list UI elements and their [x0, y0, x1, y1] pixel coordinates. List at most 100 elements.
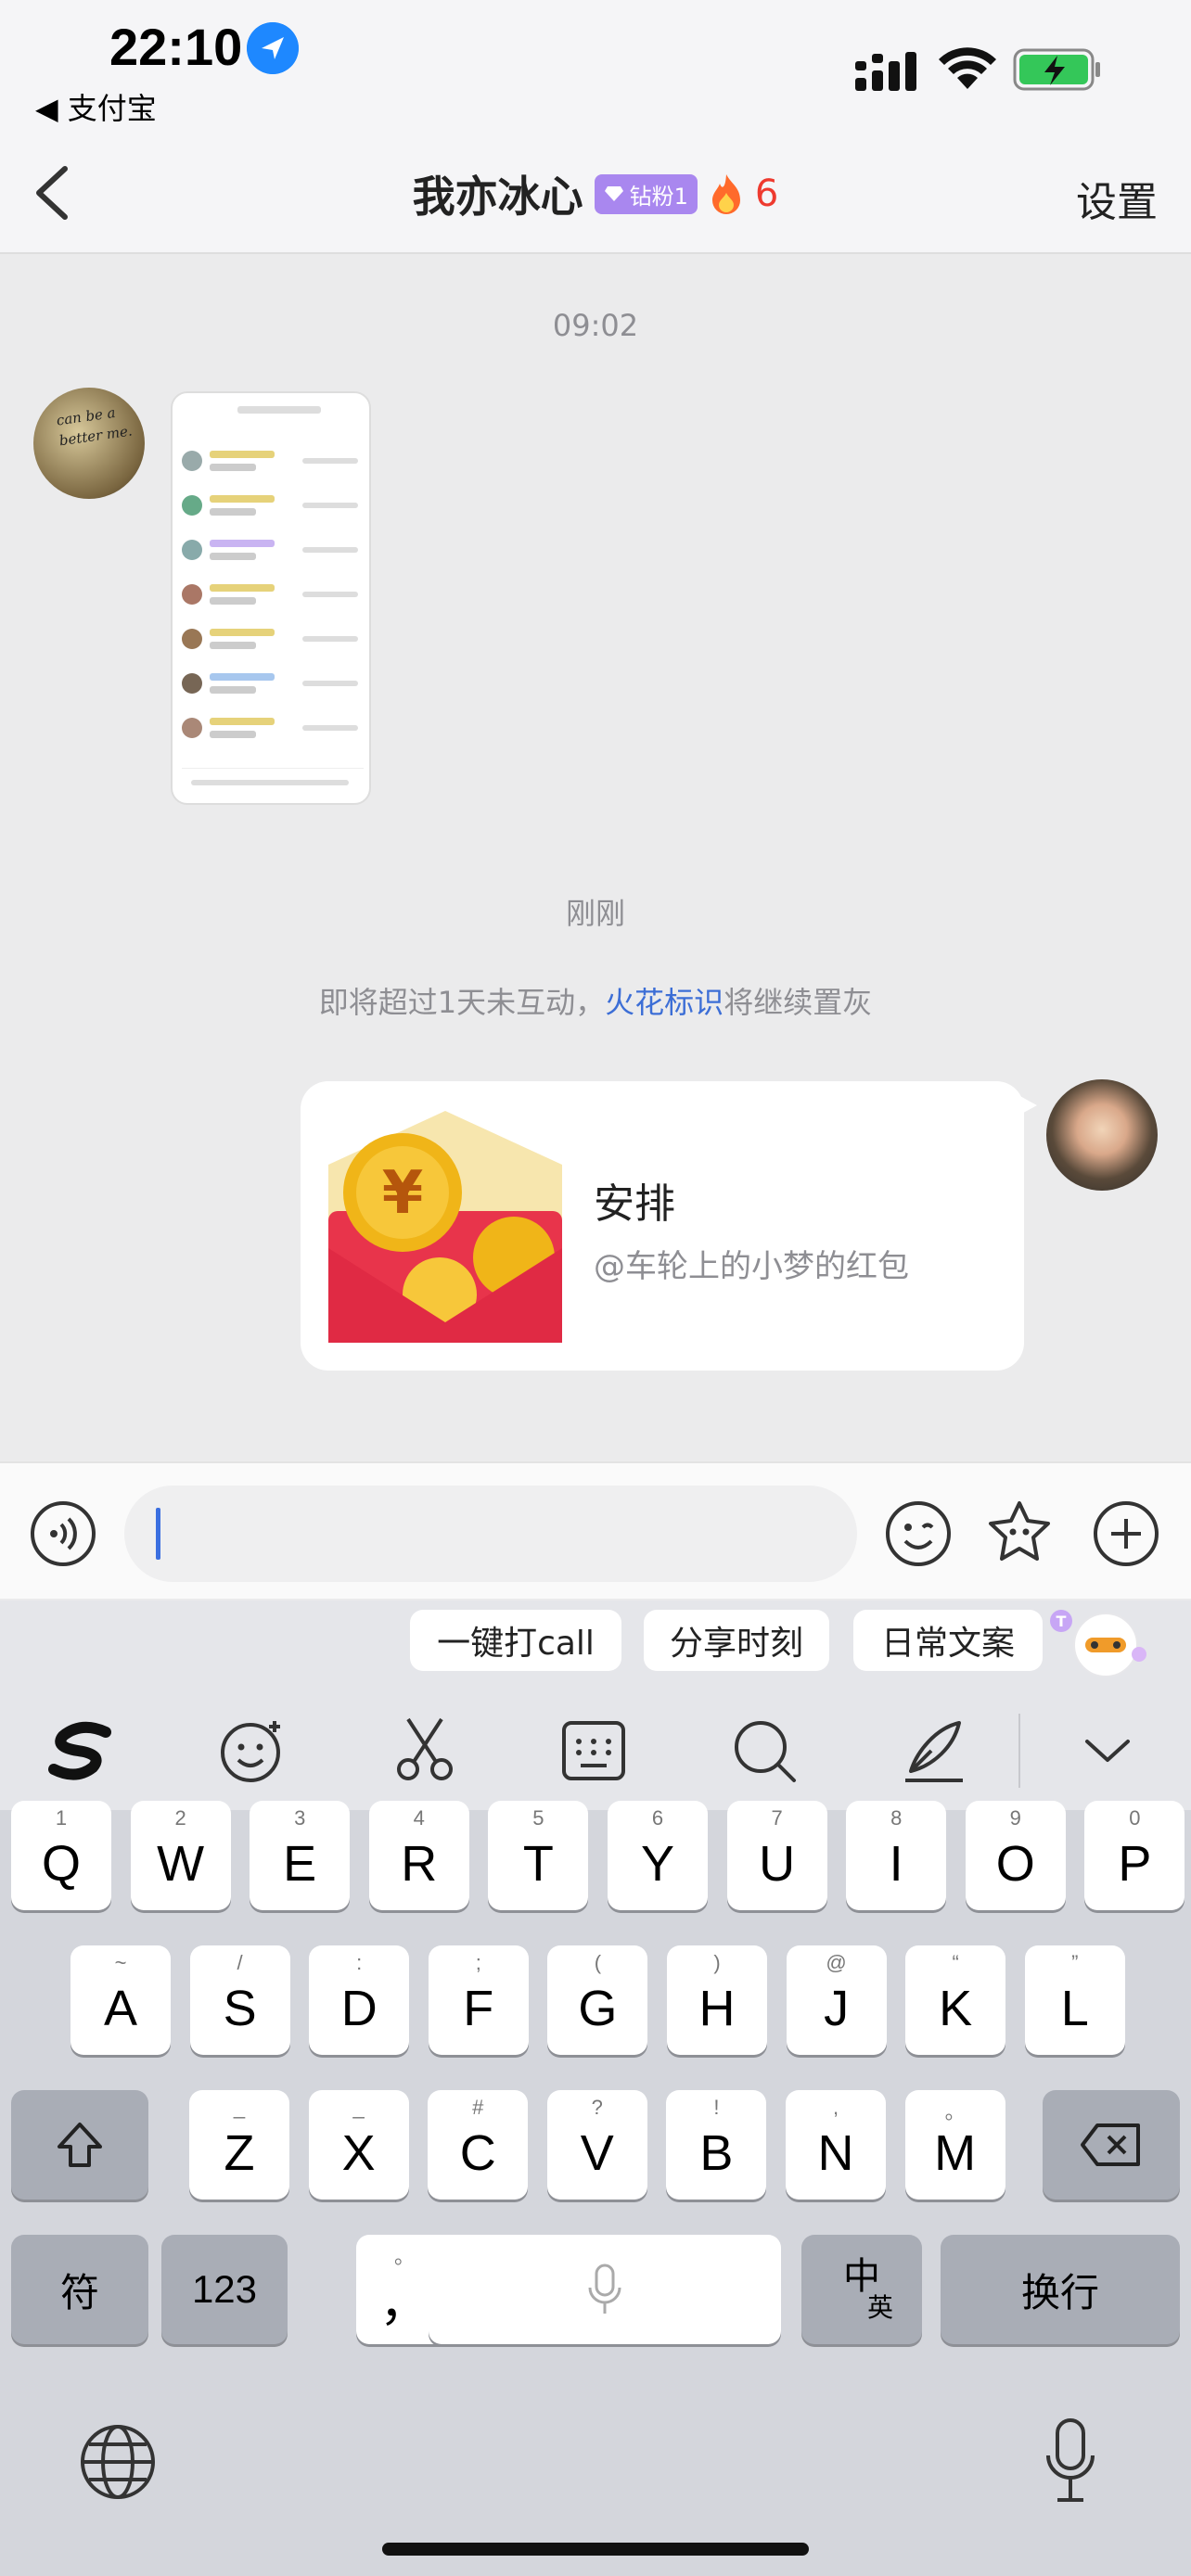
key-letter[interactable]: # C — [428, 2090, 529, 2200]
svg-text:T: T — [1057, 1613, 1067, 1630]
spark-badge-link[interactable]: 火花标识 — [605, 985, 724, 1020]
sticker-icon[interactable] — [985, 1498, 1054, 1567]
lang-key-sub: 英 — [866, 2292, 893, 2323]
search-icon[interactable] — [729, 1715, 800, 1786]
symbols-key-label: 符 — [59, 2269, 99, 2315]
key-label: K — [939, 1981, 973, 2036]
symbols-key[interactable]: 符 — [11, 2235, 148, 2344]
key-hint: , — [832, 2096, 839, 2119]
fan-level-badge[interactable]: 钻粉1 — [594, 173, 698, 214]
key-letter[interactable]: 3E — [250, 1801, 351, 1910]
key-letter[interactable]: _ X — [308, 2090, 409, 2200]
emoji-icon[interactable] — [885, 1500, 952, 1567]
return-key[interactable]: 换行 — [941, 2235, 1180, 2344]
key-hint: 8 — [890, 1806, 903, 1830]
key-hint: ! — [713, 2096, 720, 2119]
numbers-key[interactable]: 123 — [161, 2235, 288, 2344]
suggestion-chip[interactable]: 一键打call — [410, 1610, 621, 1671]
key-letter[interactable]: ,N — [786, 2090, 886, 2200]
key-letter[interactable]: 2W — [130, 1801, 231, 1910]
key-hint: _ — [352, 2096, 365, 2119]
key-letter[interactable]: (G — [547, 1945, 648, 2055]
image-message[interactable] — [171, 391, 371, 805]
key-letter[interactable]: “K — [905, 1945, 1006, 2055]
key-letter[interactable]: 4R — [368, 1801, 469, 1910]
key-label: V — [580, 2125, 614, 2181]
key-label: D — [340, 1981, 378, 2036]
key-hint: ” — [1071, 1951, 1079, 1974]
nav-bar: 我亦冰心 钻粉1 6 设置 — [0, 130, 1191, 254]
handwriting-icon[interactable] — [898, 1715, 968, 1786]
key-label: I — [889, 1836, 903, 1892]
status-time: 22:10 — [109, 18, 243, 76]
key-letter[interactable]: 6Y — [608, 1801, 708, 1910]
numbers-key-label: 123 — [191, 2267, 258, 2311]
key-letter[interactable]: 0P — [1084, 1801, 1185, 1910]
key-label: G — [578, 1981, 618, 2036]
key-letter[interactable]: 7U — [726, 1801, 827, 1910]
globe-icon[interactable] — [78, 2422, 158, 2502]
key-label: R — [401, 1836, 438, 1892]
input-bar — [0, 1461, 1191, 1599]
suggestion-chip[interactable]: 分享时刻 — [644, 1610, 829, 1671]
key-hint: 6 — [651, 1806, 664, 1830]
key-letter[interactable]: / S — [189, 1945, 290, 2055]
key-label: N — [817, 2125, 854, 2181]
add-more-icon[interactable] — [1093, 1500, 1159, 1567]
key-label: C — [459, 2125, 496, 2181]
key-letter[interactable]: _ Z — [189, 2090, 289, 2200]
key-hint: 7 — [771, 1806, 783, 1830]
key-letter[interactable]: ! B — [666, 2090, 767, 2200]
contact-avatar[interactable]: can be a better me. — [33, 388, 145, 499]
key-letter[interactable]: :D — [309, 1945, 410, 2055]
key-letter[interactable]: ” L — [1024, 1945, 1125, 2055]
message-input[interactable] — [124, 1486, 857, 1582]
chat-area[interactable]: 09:02 can be a better me. 刚刚 即将超过1天未互动，火… — [0, 256, 1191, 1461]
key-letter[interactable]: 5T — [488, 1801, 589, 1910]
emoji-keyboard-icon[interactable] — [217, 1715, 288, 1786]
key-label: H — [698, 1981, 736, 2036]
suggestion-chip[interactable]: 日常文案 — [853, 1610, 1043, 1671]
fire-streak-count: 6 — [754, 172, 779, 215]
shift-key[interactable] — [11, 2090, 148, 2200]
sogou-logo-icon[interactable] — [46, 1715, 117, 1786]
key-letter[interactable]: 1Q — [11, 1801, 111, 1910]
key-letter[interactable]: @ J — [786, 1945, 887, 2055]
key-label: ， — [379, 2275, 429, 2331]
dictation-mic-icon[interactable] — [1043, 2417, 1098, 2506]
shift-icon — [58, 2123, 102, 2167]
home-indicator — [382, 2543, 809, 2556]
red-packet-message[interactable]: ¥ 安排 @车轮上的小梦的红包 — [301, 1081, 1037, 1371]
svg-text:¥: ¥ — [382, 1159, 424, 1228]
keyboard-mascot-icon[interactable]: T — [1046, 1602, 1148, 1682]
space-key[interactable] — [429, 2235, 781, 2344]
key-label: S — [223, 1981, 257, 2036]
toolbar-divider — [1018, 1714, 1020, 1788]
key-letter[interactable]: ; F — [428, 1945, 529, 2055]
key-letter[interactable]: ) H — [667, 1945, 767, 2055]
collapse-keyboard-icon[interactable] — [1072, 1715, 1143, 1786]
notice-prefix: 即将超过1天未互动， — [318, 985, 606, 1020]
key-letter[interactable]: ? V — [546, 2090, 647, 2200]
message-timestamp: 09:02 — [552, 308, 639, 343]
settings-button[interactable]: 设置 — [1076, 169, 1158, 228]
key-letter[interactable]: 9O — [965, 1801, 1066, 1910]
avatar-text: can be a better me. — [55, 403, 134, 450]
red-packet-subtitle: @车轮上的小梦的红包 — [594, 1248, 909, 1285]
key-hint: ~ — [114, 1951, 127, 1974]
fire-streak-icon — [711, 174, 740, 214]
delete-key[interactable] — [1043, 2090, 1180, 2200]
voice-input-icon[interactable] — [30, 1500, 96, 1567]
battery-icon — [1013, 48, 1100, 91]
key-letter[interactable]: ~ A — [70, 1945, 171, 2055]
key-letter[interactable]: 。 M — [904, 2090, 1005, 2200]
keyboard-suggestion-bar: 一键打call 分享时刻 日常文案 T — [0, 1600, 1191, 1690]
my-avatar[interactable] — [1046, 1079, 1158, 1191]
keyboard-layout-icon[interactable] — [558, 1715, 629, 1786]
scissors-icon[interactable] — [390, 1715, 460, 1786]
language-switch-key[interactable]: 中英 — [801, 2235, 922, 2344]
key-letter[interactable]: 8I — [846, 1801, 947, 1910]
key-hint: “ — [952, 1951, 959, 1974]
keyboard-toolbar — [0, 1690, 1191, 1810]
back-to-app-link[interactable]: ◀ 支付宝 — [35, 85, 157, 128]
